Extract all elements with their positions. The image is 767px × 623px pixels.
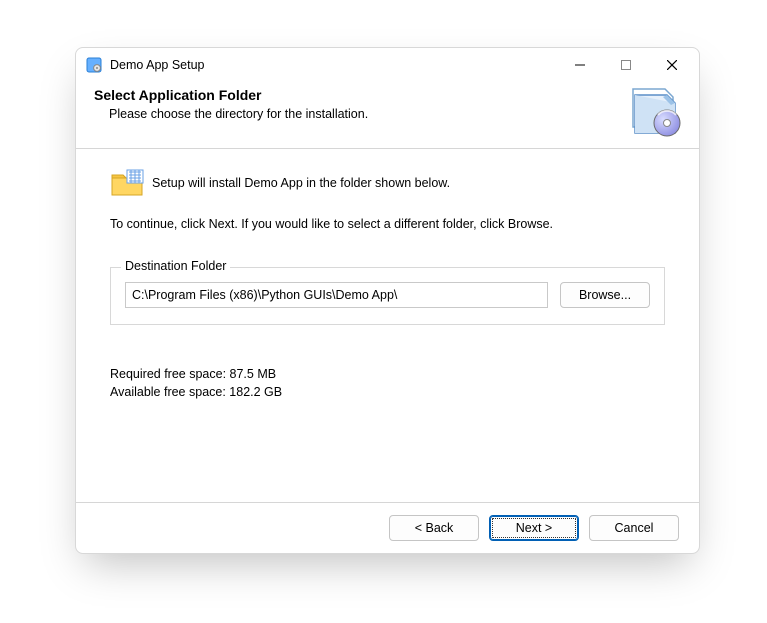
destination-folder-group: Destination Folder Browse...	[110, 267, 665, 325]
installer-box-icon	[627, 83, 683, 139]
app-icon	[86, 57, 102, 73]
browse-button[interactable]: Browse...	[560, 282, 650, 308]
intro-text: Setup will install Demo App in the folde…	[152, 176, 450, 190]
page-title: Select Application Folder	[94, 87, 681, 103]
disk-space-info: Required free space: 87.5 MB Available f…	[110, 367, 665, 399]
intro-row: Setup will install Demo App in the folde…	[110, 167, 665, 199]
wizard-body: Setup will install Demo App in the folde…	[76, 149, 699, 502]
window-controls	[557, 48, 695, 81]
destination-path-input[interactable]	[125, 282, 548, 308]
titlebar: Demo App Setup	[76, 48, 699, 81]
next-button[interactable]: Next >	[489, 515, 579, 541]
required-space-text: Required free space: 87.5 MB	[110, 367, 665, 381]
cancel-button[interactable]: Cancel	[589, 515, 679, 541]
wizard-header: Select Application Folder Please choose …	[76, 81, 699, 149]
window-title: Demo App Setup	[110, 58, 205, 72]
destination-folder-label: Destination Folder	[121, 259, 230, 273]
folder-icon	[110, 167, 146, 199]
continue-text: To continue, click Next. If you would li…	[110, 217, 665, 231]
available-space-text: Available free space: 182.2 GB	[110, 385, 665, 399]
minimize-button[interactable]	[557, 48, 603, 81]
page-subtitle: Please choose the directory for the inst…	[109, 107, 681, 121]
wizard-footer: < Back Next > Cancel	[76, 502, 699, 553]
maximize-button[interactable]	[603, 48, 649, 81]
close-button[interactable]	[649, 48, 695, 81]
back-button[interactable]: < Back	[389, 515, 479, 541]
installer-window: Demo App Setup Select Application Folder…	[75, 47, 700, 554]
